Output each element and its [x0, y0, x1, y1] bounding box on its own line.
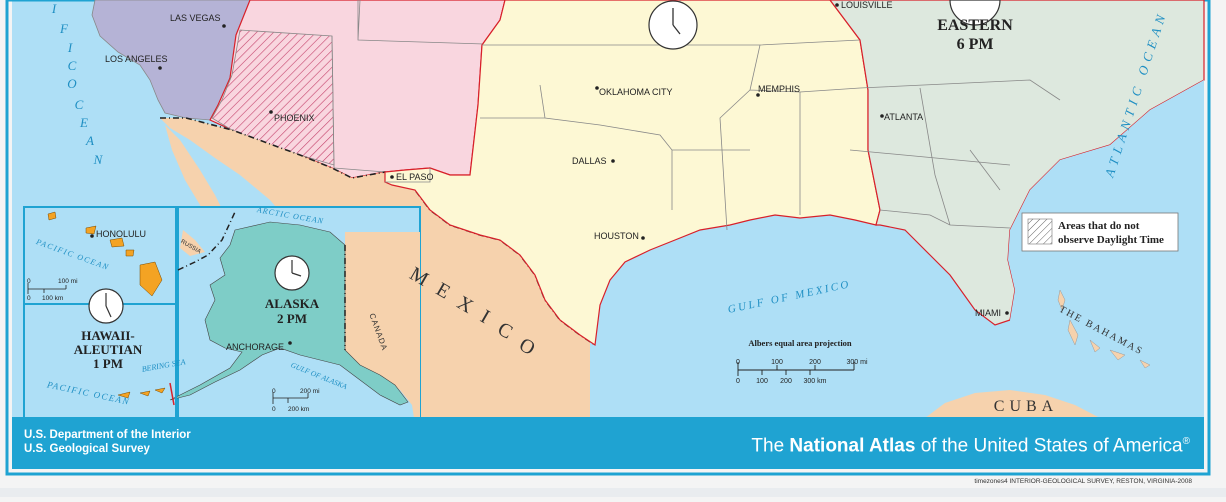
pacific-letter-5: O — [67, 76, 77, 91]
scale-mi-200: 200 — [809, 359, 821, 366]
zone-eastern-name: EASTERN — [937, 17, 1013, 34]
alaska-scale-km-200: 200 km — [288, 406, 309, 413]
zone-hawaii-time: 1 PM — [93, 356, 123, 371]
legend-line-2: observe Daylight Time — [1058, 234, 1164, 246]
clock-hawaii — [88, 288, 124, 324]
registered-mark: ® — [1182, 436, 1190, 447]
brand-bold: National Atlas — [789, 435, 916, 457]
pacific-letter-9: N — [93, 152, 104, 167]
pacific-letter-1: I — [51, 1, 57, 16]
agency-line-1: U.S. Department of the Interior — [24, 429, 191, 441]
brand-suffix: of the United States of America — [915, 435, 1183, 457]
city-oklahoma-city: OKLAHOMA CITY — [599, 87, 673, 97]
city-phoenix: PHOENIX — [274, 113, 315, 123]
zone-hawaii-name-1: HAWAII- — [81, 328, 134, 343]
city-atlanta: ATLANTA — [884, 112, 923, 122]
time-zone-map: LAS VEGAS LOS ANGELES PHOENIX EL PASO OK… — [0, 0, 1226, 497]
pacific-letter-3: I — [67, 40, 73, 55]
city-memphis: MEMPHIS — [758, 84, 800, 94]
cuba-label: CUBA — [994, 398, 1058, 415]
pacific-letter-6: C — [75, 97, 84, 112]
zone-hawaii-name-2: ALEUTIAN — [74, 342, 143, 357]
pacific-letter-4: C — [68, 58, 77, 73]
scale-km-0: 0 — [736, 378, 740, 385]
pacific-letter-2: F — [59, 21, 69, 36]
alaska-scale-mi-0: 0 — [272, 388, 276, 395]
city-las-vegas: LAS VEGAS — [170, 13, 221, 23]
scale-mi-300: 300 mi — [846, 359, 867, 366]
city-el-paso: EL PASO — [396, 172, 434, 182]
zone-eastern-time: 6 PM — [957, 36, 994, 53]
clock-alaska — [274, 255, 310, 291]
clock-central — [648, 0, 698, 50]
alaska-scale-mi-200: 200 mi — [300, 388, 320, 395]
city-houston: HOUSTON — [594, 231, 639, 241]
city-miami: MIAMI — [975, 308, 1001, 318]
agency-line-2: U.S. Geological Survey — [24, 443, 150, 455]
bottom-strip — [0, 488, 1226, 497]
scale-km-300: 300 km — [804, 378, 827, 385]
city-dallas: DALLAS — [572, 156, 607, 166]
scale-mi-0: 0 — [736, 359, 740, 366]
hawaii-scale-km-0: 0 — [27, 295, 31, 302]
brand-prefix: The — [751, 435, 790, 457]
hawaii-scale-mi-100: 100 mi — [58, 278, 78, 285]
pacific-letter-7: E — [79, 115, 88, 130]
hawaii-scale-mi-0: 0 — [27, 278, 31, 285]
zone-alaska-time: 2 PM — [277, 311, 307, 326]
scale-km-200: 200 — [780, 378, 792, 385]
scale-mi-100: 100 — [771, 359, 783, 366]
projection-title: Albers equal area projection — [748, 338, 852, 348]
alaska-scale-km-0: 0 — [272, 406, 276, 413]
city-anchorage: ANCHORAGE — [226, 342, 284, 352]
zone-alaska-name: ALASKA — [265, 296, 320, 311]
agency-credit: U.S. Department of the Interior U.S. Geo… — [24, 428, 191, 456]
city-louisville: LOUISVILLE — [841, 0, 893, 10]
city-honolulu: HONOLULU — [96, 229, 146, 239]
legend-line-1: Areas that do not — [1058, 220, 1140, 232]
scale-km-100: 100 — [756, 378, 768, 385]
hawaii-scale-km-100: 100 km — [42, 295, 63, 302]
city-los-angeles: LOS ANGELES — [105, 54, 168, 64]
national-atlas-brand: The National Atlas of the United States … — [751, 430, 1190, 458]
print-credit: timezones4 INTERIOR-GEOLOGICAL SURVEY, R… — [974, 478, 1192, 485]
pacific-letter-8: A — [85, 133, 94, 148]
legend-hatch-swatch — [1027, 218, 1053, 245]
